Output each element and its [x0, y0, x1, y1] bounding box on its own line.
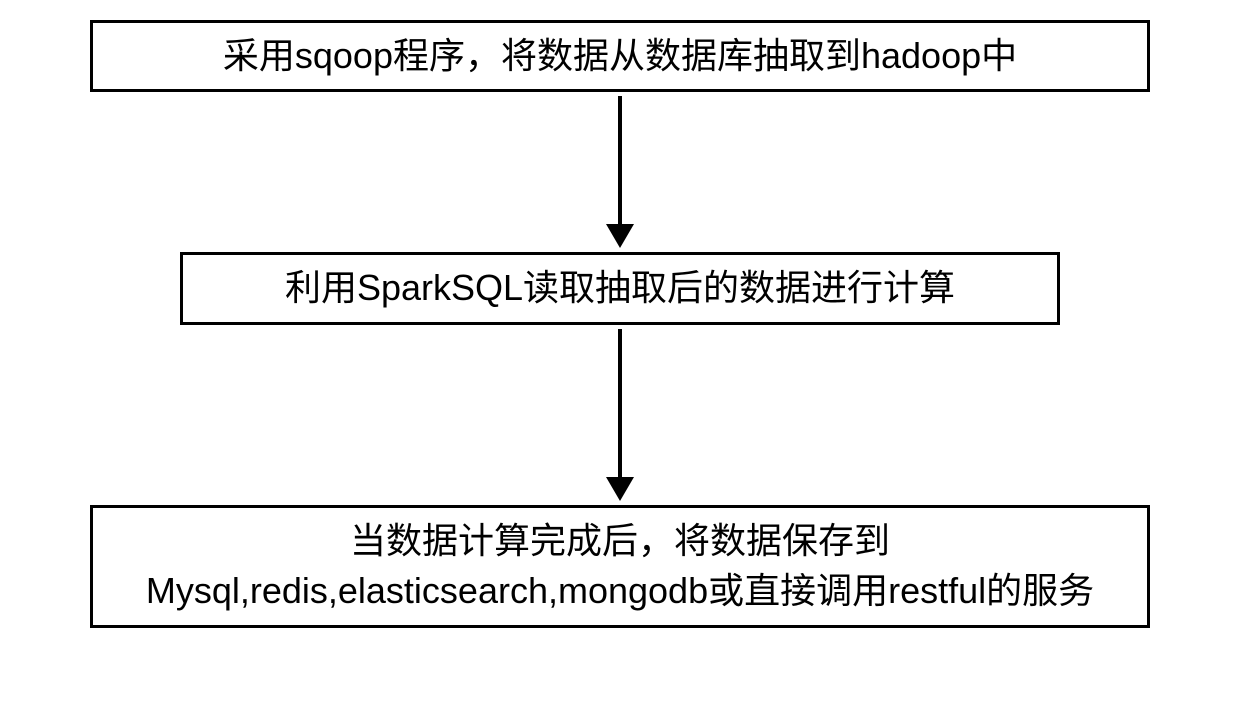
flowchart-step-2: 利用SparkSQL读取抽取后的数据进行计算	[180, 252, 1060, 324]
step-3-text: 当数据计算完成后，将数据保存到Mysql,redis,elasticsearch…	[109, 516, 1131, 617]
arrow-line-icon	[618, 329, 622, 479]
step-1-text: 采用sqoop程序，将数据从数据库抽取到hadoop中	[223, 31, 1017, 81]
flowchart-step-3: 当数据计算完成后，将数据保存到Mysql,redis,elasticsearch…	[90, 505, 1150, 628]
arrow-head-icon	[606, 224, 634, 248]
flowchart-step-1: 采用sqoop程序，将数据从数据库抽取到hadoop中	[90, 20, 1150, 92]
arrow-line-icon	[618, 96, 622, 226]
arrow-2	[606, 325, 634, 505]
step-2-text: 利用SparkSQL读取抽取后的数据进行计算	[285, 263, 955, 313]
arrow-head-icon	[606, 477, 634, 501]
arrow-1	[606, 92, 634, 252]
